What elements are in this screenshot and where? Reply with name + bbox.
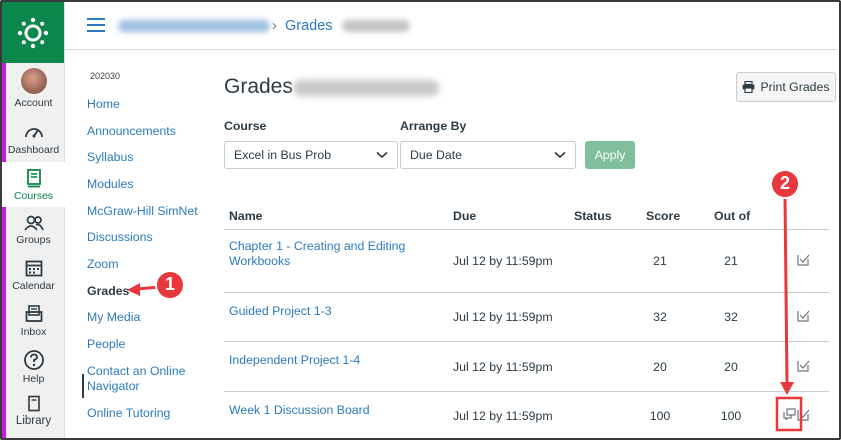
annotation-label-2: 2 bbox=[779, 173, 790, 193]
annotation-arrowhead-2 bbox=[780, 382, 794, 395]
annotation-arrowhead-1 bbox=[127, 283, 140, 296]
annotation-arrow-2 bbox=[783, 195, 789, 384]
annotation-overlay bbox=[127, 169, 803, 432]
annotation-highlight-box bbox=[775, 396, 803, 432]
annotation-label-1: 1 bbox=[164, 274, 175, 294]
